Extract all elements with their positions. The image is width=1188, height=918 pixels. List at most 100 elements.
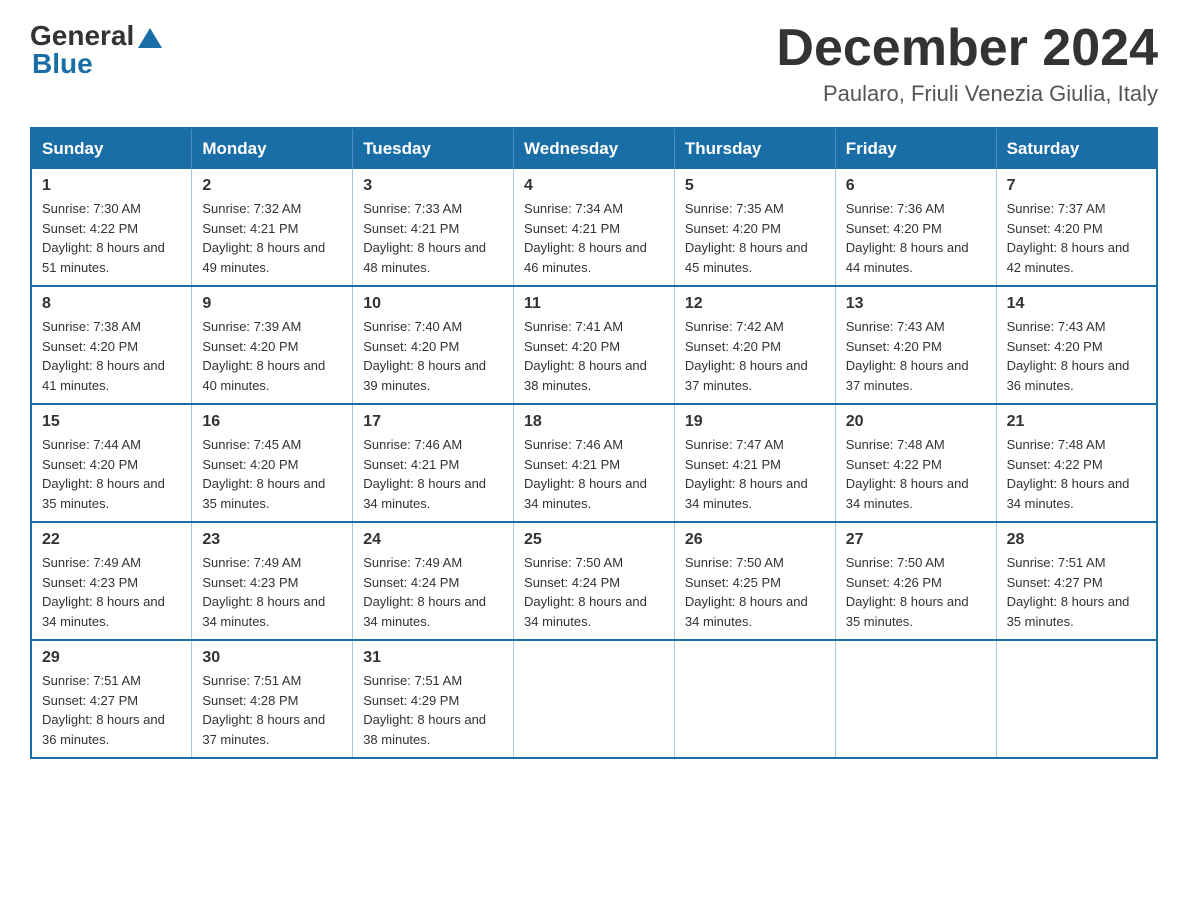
day-number: 17 <box>363 413 503 431</box>
day-number: 1 <box>42 177 181 195</box>
day-number: 31 <box>363 649 503 667</box>
day-number: 7 <box>1007 177 1146 195</box>
calendar-cell: 25 Sunrise: 7:50 AMSunset: 4:24 PMDayligh… <box>514 522 675 640</box>
header-row: SundayMondayTuesdayWednesdayThursdayFrid… <box>31 128 1157 169</box>
calendar-cell: 6Sunrise: 7:36 AMSunset: 4:20 PMDaylight… <box>835 169 996 286</box>
week-row-4: 22Sunrise: 7:49 AMSunset: 4:23 PMDayligh… <box>31 522 1157 640</box>
day-info: Sunrise: 7:33 AMSunset: 4:21 PMDaylight:… <box>363 199 503 277</box>
column-header-sunday: Sunday <box>31 128 192 169</box>
calendar-cell: 16 Sunrise: 7:45 AMSunset: 4:20 PMDayligh… <box>192 404 353 522</box>
calendar-cell: 17 Sunrise: 7:46 AMSunset: 4:21 PMDayligh… <box>353 404 514 522</box>
calendar-cell: 8 Sunrise: 7:38 AMSunset: 4:20 PMDaylight… <box>31 286 192 404</box>
logo-triangle-icon <box>138 28 162 48</box>
calendar-cell: 29 Sunrise: 7:51 AMSunset: 4:27 PMDayligh… <box>31 640 192 758</box>
day-number: 29 <box>42 649 181 667</box>
day-info: Sunrise: 7:51 AMSunset: 4:27 PMDaylight:… <box>42 671 181 749</box>
calendar-cell: 15Sunrise: 7:44 AMSunset: 4:20 PMDayligh… <box>31 404 192 522</box>
day-number: 10 <box>363 295 503 313</box>
day-info: Sunrise: 7:34 AMSunset: 4:21 PMDaylight:… <box>524 199 664 277</box>
calendar-cell: 19 Sunrise: 7:47 AMSunset: 4:21 PMDayligh… <box>674 404 835 522</box>
week-row-2: 8 Sunrise: 7:38 AMSunset: 4:20 PMDaylight… <box>31 286 1157 404</box>
calendar-table: SundayMondayTuesdayWednesdayThursdayFrid… <box>30 127 1158 759</box>
day-info: Sunrise: 7:49 AMSunset: 4:23 PMDaylight:… <box>42 553 181 631</box>
day-number: 15 <box>42 413 181 431</box>
calendar-cell: 4 Sunrise: 7:34 AMSunset: 4:21 PMDaylight… <box>514 169 675 286</box>
column-header-wednesday: Wednesday <box>514 128 675 169</box>
day-info: Sunrise: 7:41 AMSunset: 4:20 PMDaylight:… <box>524 317 664 395</box>
title-area: December 2024 Paularo, Friuli Venezia Gi… <box>776 20 1158 107</box>
calendar-cell: 12 Sunrise: 7:42 AMSunset: 4:20 PMDayligh… <box>674 286 835 404</box>
calendar-cell: 10Sunrise: 7:40 AMSunset: 4:20 PMDayligh… <box>353 286 514 404</box>
day-info: Sunrise: 7:37 AMSunset: 4:20 PMDaylight:… <box>1007 199 1146 277</box>
column-header-tuesday: Tuesday <box>353 128 514 169</box>
calendar-cell: 13 Sunrise: 7:43 AMSunset: 4:20 PMDayligh… <box>835 286 996 404</box>
calendar-cell: 14 Sunrise: 7:43 AMSunset: 4:20 PMDayligh… <box>996 286 1157 404</box>
day-info: Sunrise: 7:51 AMSunset: 4:28 PMDaylight:… <box>202 671 342 749</box>
day-info: Sunrise: 7:46 AMSunset: 4:21 PMDaylight:… <box>524 435 664 513</box>
calendar-cell <box>835 640 996 758</box>
day-info: Sunrise: 7:39 AMSunset: 4:20 PMDaylight:… <box>202 317 342 395</box>
day-info: Sunrise: 7:43 AMSunset: 4:20 PMDaylight:… <box>1007 317 1146 395</box>
calendar-cell: 27Sunrise: 7:50 AMSunset: 4:26 PMDayligh… <box>835 522 996 640</box>
day-number: 25 <box>524 531 664 549</box>
day-info: Sunrise: 7:47 AMSunset: 4:21 PMDaylight:… <box>685 435 825 513</box>
day-number: 20 <box>846 413 986 431</box>
day-info: Sunrise: 7:30 AMSunset: 4:22 PMDaylight:… <box>42 199 181 277</box>
day-number: 8 <box>42 295 181 313</box>
day-info: Sunrise: 7:51 AMSunset: 4:29 PMDaylight:… <box>363 671 503 749</box>
day-info: Sunrise: 7:32 AMSunset: 4:21 PMDaylight:… <box>202 199 342 277</box>
calendar-cell: 1 Sunrise: 7:30 AMSunset: 4:22 PMDaylight… <box>31 169 192 286</box>
day-info: Sunrise: 7:45 AMSunset: 4:20 PMDaylight:… <box>202 435 342 513</box>
day-info: Sunrise: 7:50 AMSunset: 4:26 PMDaylight:… <box>846 553 986 631</box>
day-number: 19 <box>685 413 825 431</box>
day-number: 14 <box>1007 295 1146 313</box>
day-number: 30 <box>202 649 342 667</box>
day-number: 23 <box>202 531 342 549</box>
calendar-cell: 28 Sunrise: 7:51 AMSunset: 4:27 PMDayligh… <box>996 522 1157 640</box>
calendar-cell: 18 Sunrise: 7:46 AMSunset: 4:21 PMDayligh… <box>514 404 675 522</box>
column-header-friday: Friday <box>835 128 996 169</box>
calendar-cell: 30 Sunrise: 7:51 AMSunset: 4:28 PMDayligh… <box>192 640 353 758</box>
week-row-1: 1 Sunrise: 7:30 AMSunset: 4:22 PMDaylight… <box>31 169 1157 286</box>
day-number: 18 <box>524 413 664 431</box>
calendar-cell: 26 Sunrise: 7:50 AMSunset: 4:25 PMDayligh… <box>674 522 835 640</box>
calendar-cell: 7 Sunrise: 7:37 AMSunset: 4:20 PMDaylight… <box>996 169 1157 286</box>
day-number: 26 <box>685 531 825 549</box>
day-info: Sunrise: 7:46 AMSunset: 4:21 PMDaylight:… <box>363 435 503 513</box>
day-number: 24 <box>363 531 503 549</box>
day-info: Sunrise: 7:38 AMSunset: 4:20 PMDaylight:… <box>42 317 181 395</box>
day-info: Sunrise: 7:42 AMSunset: 4:20 PMDaylight:… <box>685 317 825 395</box>
calendar-cell: 31 Sunrise: 7:51 AMSunset: 4:29 PMDayligh… <box>353 640 514 758</box>
day-number: 2 <box>202 177 342 195</box>
calendar-cell <box>514 640 675 758</box>
calendar-cell: 2 Sunrise: 7:32 AMSunset: 4:21 PMDaylight… <box>192 169 353 286</box>
location-text: Paularo, Friuli Venezia Giulia, Italy <box>776 81 1158 107</box>
day-info: Sunrise: 7:49 AMSunset: 4:24 PMDaylight:… <box>363 553 503 631</box>
day-number: 13 <box>846 295 986 313</box>
month-title: December 2024 <box>776 20 1158 77</box>
column-header-monday: Monday <box>192 128 353 169</box>
logo-blue-text: Blue <box>32 48 93 80</box>
day-info: Sunrise: 7:49 AMSunset: 4:23 PMDaylight:… <box>202 553 342 631</box>
day-number: 28 <box>1007 531 1146 549</box>
day-number: 16 <box>202 413 342 431</box>
day-number: 5 <box>685 177 825 195</box>
calendar-cell: 23 Sunrise: 7:49 AMSunset: 4:23 PMDayligh… <box>192 522 353 640</box>
day-info: Sunrise: 7:43 AMSunset: 4:20 PMDaylight:… <box>846 317 986 395</box>
day-number: 4 <box>524 177 664 195</box>
day-info: Sunrise: 7:50 AMSunset: 4:25 PMDaylight:… <box>685 553 825 631</box>
calendar-cell: 20Sunrise: 7:48 AMSunset: 4:22 PMDayligh… <box>835 404 996 522</box>
calendar-cell: 9Sunrise: 7:39 AMSunset: 4:20 PMDaylight… <box>192 286 353 404</box>
day-info: Sunrise: 7:35 AMSunset: 4:20 PMDaylight:… <box>685 199 825 277</box>
day-number: 6 <box>846 177 986 195</box>
day-info: Sunrise: 7:50 AMSunset: 4:24 PMDaylight:… <box>524 553 664 631</box>
day-number: 21 <box>1007 413 1146 431</box>
week-row-3: 15Sunrise: 7:44 AMSunset: 4:20 PMDayligh… <box>31 404 1157 522</box>
calendar-cell <box>674 640 835 758</box>
day-info: Sunrise: 7:51 AMSunset: 4:27 PMDaylight:… <box>1007 553 1146 631</box>
column-header-saturday: Saturday <box>996 128 1157 169</box>
week-row-5: 29 Sunrise: 7:51 AMSunset: 4:27 PMDayligh… <box>31 640 1157 758</box>
page-header: General Blue December 2024 Paularo, Friu… <box>30 20 1158 107</box>
day-info: Sunrise: 7:48 AMSunset: 4:22 PMDaylight:… <box>1007 435 1146 513</box>
day-number: 12 <box>685 295 825 313</box>
